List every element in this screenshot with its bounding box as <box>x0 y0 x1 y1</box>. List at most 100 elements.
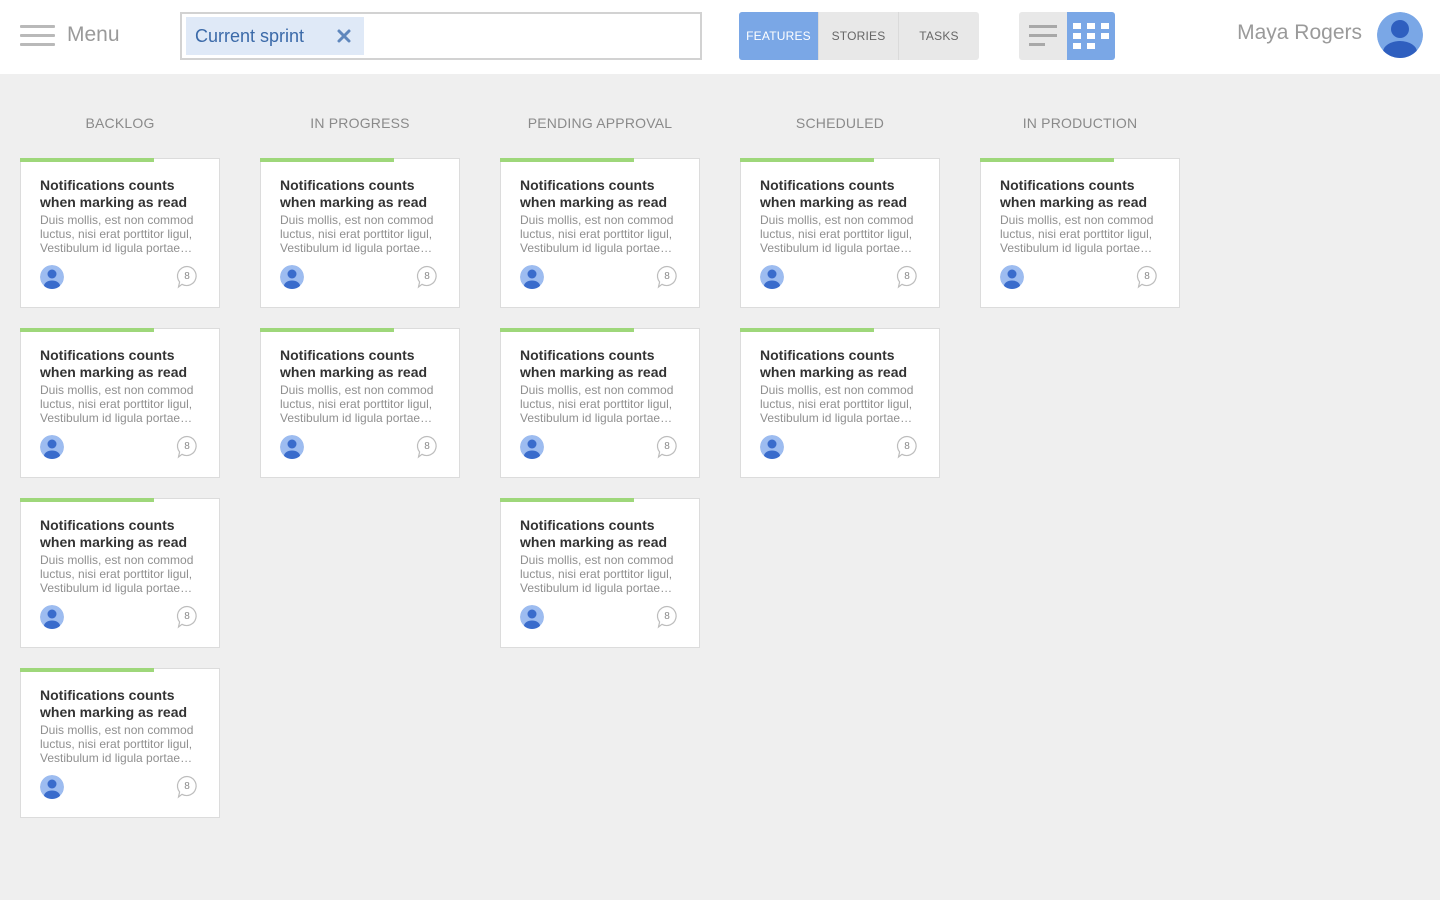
kanban-card[interactable]: Notifications counts when marking as rea… <box>500 328 700 478</box>
card-accent-bar <box>500 158 634 162</box>
kanban-card[interactable]: Notifications counts when marking as rea… <box>260 328 460 478</box>
assignee-avatar-icon[interactable] <box>760 435 784 459</box>
comments-button[interactable]: 8 <box>656 435 680 459</box>
comment-count: 8 <box>184 611 190 622</box>
assignee-avatar-icon[interactable] <box>520 605 544 629</box>
column-header: SCHEDULED <box>795 115 885 131</box>
comments-button[interactable]: 8 <box>656 605 680 629</box>
card-description: Duis mollis, est non commod luctus, nisi… <box>520 383 674 425</box>
column-header: IN PROGRESS <box>310 115 410 131</box>
card-title: Notifications counts when marking as rea… <box>760 347 908 380</box>
card-description: Duis mollis, est non commod luctus, nisi… <box>280 383 434 425</box>
filter-chip[interactable]: Current sprint <box>186 17 364 55</box>
filter-chip-label: Current sprint <box>195 25 305 46</box>
card-title: Notifications counts when marking as rea… <box>40 347 188 380</box>
list-view-button[interactable] <box>1019 12 1067 60</box>
assignee-avatar-icon[interactable] <box>40 775 64 799</box>
comments-button[interactable]: 8 <box>896 265 920 289</box>
kanban-card[interactable]: Notifications counts when marking as rea… <box>260 158 460 308</box>
card-title: Notifications counts when marking as rea… <box>40 517 188 550</box>
grid-view-icon <box>1073 23 1109 49</box>
tab-features[interactable]: FEATURES <box>739 12 819 60</box>
card-accent-bar <box>260 328 394 332</box>
column-header: IN PRODUCTION <box>1022 115 1138 131</box>
grid-view-button[interactable] <box>1067 12 1115 60</box>
kanban-card[interactable]: Notifications counts when marking as rea… <box>740 328 940 478</box>
comment-count: 8 <box>184 781 190 792</box>
kanban-card[interactable]: Notifications counts when marking as rea… <box>20 668 220 818</box>
close-icon[interactable] <box>336 28 352 44</box>
comment-count: 8 <box>664 611 670 622</box>
comments-button[interactable]: 8 <box>176 605 200 629</box>
kanban-card[interactable]: Notifications counts when marking as rea… <box>500 158 700 308</box>
card-description: Duis mollis, est non commod luctus, nisi… <box>40 723 194 765</box>
card-title: Notifications counts when marking as rea… <box>520 177 668 210</box>
column-header: BACKLOG <box>85 115 155 131</box>
assignee-avatar-icon[interactable] <box>280 435 304 459</box>
card-accent-bar <box>20 498 154 502</box>
view-mode-toggle <box>1019 12 1115 60</box>
top-bar: Menu Current sprint FEATURES STORIES TAS… <box>0 0 1440 74</box>
card-title: Notifications counts when marking as rea… <box>1000 177 1148 210</box>
card-title: Notifications counts when marking as rea… <box>40 687 188 720</box>
comments-button[interactable]: 8 <box>416 435 440 459</box>
assignee-avatar-icon[interactable] <box>280 265 304 289</box>
kanban-card[interactable]: Notifications counts when marking as rea… <box>20 158 220 308</box>
card-description: Duis mollis, est non commod luctus, nisi… <box>40 553 194 595</box>
comment-count: 8 <box>904 441 910 452</box>
comments-button[interactable]: 8 <box>176 265 200 289</box>
filter-input[interactable]: Current sprint <box>180 12 702 60</box>
assignee-avatar-icon[interactable] <box>40 265 64 289</box>
card-accent-bar <box>740 328 874 332</box>
card-accent-bar <box>20 668 154 672</box>
menu-button[interactable]: Menu <box>20 20 120 50</box>
comments-button[interactable]: 8 <box>896 435 920 459</box>
comment-count: 8 <box>1144 271 1150 282</box>
card-accent-bar <box>500 498 634 502</box>
comment-count: 8 <box>184 441 190 452</box>
assignee-avatar-icon[interactable] <box>760 265 784 289</box>
comment-count: 8 <box>424 441 430 452</box>
hamburger-icon <box>20 23 55 48</box>
list-view-icon <box>1029 25 1057 46</box>
comment-count: 8 <box>424 271 430 282</box>
card-description: Duis mollis, est non commod luctus, nisi… <box>520 553 674 595</box>
tab-tasks[interactable]: TASKS <box>899 12 979 60</box>
kanban-card[interactable]: Notifications counts when marking as rea… <box>740 158 940 308</box>
card-title: Notifications counts when marking as rea… <box>280 347 428 380</box>
card-description: Duis mollis, est non commod luctus, nisi… <box>280 213 434 255</box>
card-description: Duis mollis, est non commod luctus, nisi… <box>40 383 194 425</box>
comment-count: 8 <box>664 271 670 282</box>
assignee-avatar-icon[interactable] <box>40 605 64 629</box>
comments-button[interactable]: 8 <box>416 265 440 289</box>
card-accent-bar <box>980 158 1114 162</box>
comments-button[interactable]: 8 <box>176 435 200 459</box>
assignee-avatar-icon[interactable] <box>520 265 544 289</box>
menu-label: Menu <box>67 23 120 46</box>
kanban-card[interactable]: Notifications counts when marking as rea… <box>500 498 700 648</box>
comments-button[interactable]: 8 <box>656 265 680 289</box>
card-accent-bar <box>500 328 634 332</box>
item-type-toggle: FEATURES STORIES TASKS <box>739 12 979 60</box>
comments-button[interactable]: 8 <box>1136 265 1160 289</box>
card-accent-bar <box>20 158 154 162</box>
card-description: Duis mollis, est non commod luctus, nisi… <box>760 383 914 425</box>
assignee-avatar-icon[interactable] <box>40 435 64 459</box>
card-title: Notifications counts when marking as rea… <box>760 177 908 210</box>
kanban-card[interactable]: Notifications counts when marking as rea… <box>20 328 220 478</box>
user-name[interactable]: Maya Rogers <box>1237 21 1362 45</box>
card-title: Notifications counts when marking as rea… <box>40 177 188 210</box>
card-accent-bar <box>20 328 154 332</box>
card-description: Duis mollis, est non commod luctus, nisi… <box>760 213 914 255</box>
kanban-card[interactable]: Notifications counts when marking as rea… <box>980 158 1180 308</box>
card-title: Notifications counts when marking as rea… <box>520 347 668 380</box>
tab-stories[interactable]: STORIES <box>819 12 899 60</box>
kanban-card[interactable]: Notifications counts when marking as rea… <box>20 498 220 648</box>
assignee-avatar-icon[interactable] <box>1000 265 1024 289</box>
comments-button[interactable]: 8 <box>176 775 200 799</box>
assignee-avatar-icon[interactable] <box>520 435 544 459</box>
user-avatar-icon[interactable] <box>1377 12 1423 58</box>
card-description: Duis mollis, est non commod luctus, nisi… <box>40 213 194 255</box>
comment-count: 8 <box>904 271 910 282</box>
comment-count: 8 <box>664 441 670 452</box>
